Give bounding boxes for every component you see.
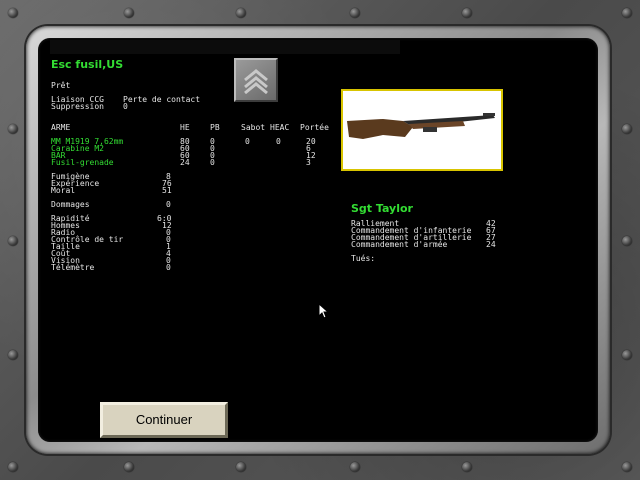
weapon-image	[341, 89, 503, 171]
leader-stat-label: Commandement d'armée	[351, 240, 448, 249]
bolt-icon	[350, 462, 360, 472]
weapon-range: 3	[306, 158, 311, 167]
bolt-icon	[8, 236, 18, 246]
stat-label: Moral	[51, 186, 76, 195]
bolt-icon	[8, 462, 18, 472]
bolt-icon	[622, 462, 632, 472]
bolt-icon	[350, 8, 360, 18]
damage-value: 0	[166, 200, 171, 209]
leader-stat-value: 24	[486, 240, 496, 249]
stat-value: 0	[166, 263, 171, 272]
unit-name: Esc fusil,US	[51, 58, 124, 71]
rank-button[interactable]	[234, 58, 278, 102]
bolt-icon	[124, 8, 134, 18]
bolt-icon	[8, 8, 18, 18]
bolt-icon	[622, 8, 632, 18]
weapon-pb: 0	[210, 158, 215, 167]
bolt-icon	[124, 462, 134, 472]
weapons-header-sabot: Sabot	[241, 123, 266, 132]
bolt-icon	[8, 124, 18, 134]
title-bar	[50, 40, 400, 54]
liaison-value: Perte de contact	[123, 95, 201, 104]
m1-garand-rifle-icon	[347, 113, 495, 139]
suppression-label: Suppression	[51, 102, 104, 111]
unit-status: Prêt	[51, 81, 71, 90]
weapons-header-range: Portée	[300, 123, 329, 132]
bolt-icon	[236, 462, 246, 472]
bolt-icon	[8, 350, 18, 360]
weapons-header-arme: ARME	[51, 123, 71, 132]
weapon-name: Fusil-grenade	[51, 158, 114, 167]
bolt-icon	[236, 8, 246, 18]
bolt-icon	[622, 350, 632, 360]
weapons-header-heac: HEAC	[270, 123, 290, 132]
damage-label: Dommages	[51, 200, 90, 209]
weapons-header-he: HE	[180, 123, 190, 132]
weapon-heac: 0	[276, 137, 281, 146]
stat-label: Télémètre	[51, 263, 95, 272]
weapons-header-pb: PB	[210, 123, 220, 132]
bolt-icon	[622, 124, 632, 134]
weapon-sabot: 0	[245, 137, 250, 146]
weapon-he: 24	[180, 158, 190, 167]
kills-label: Tués:	[351, 254, 376, 263]
continue-button[interactable]: Continuer	[100, 402, 228, 438]
bolt-icon	[622, 236, 632, 246]
bolt-icon	[462, 8, 472, 18]
suppression-value: 0	[123, 102, 128, 111]
leader-name: Sgt Taylor	[351, 202, 413, 215]
sergeant-chevrons-icon	[244, 69, 268, 94]
stat-value: 51	[162, 186, 172, 195]
mouse-pointer-icon	[318, 303, 330, 319]
bolt-icon	[462, 462, 472, 472]
